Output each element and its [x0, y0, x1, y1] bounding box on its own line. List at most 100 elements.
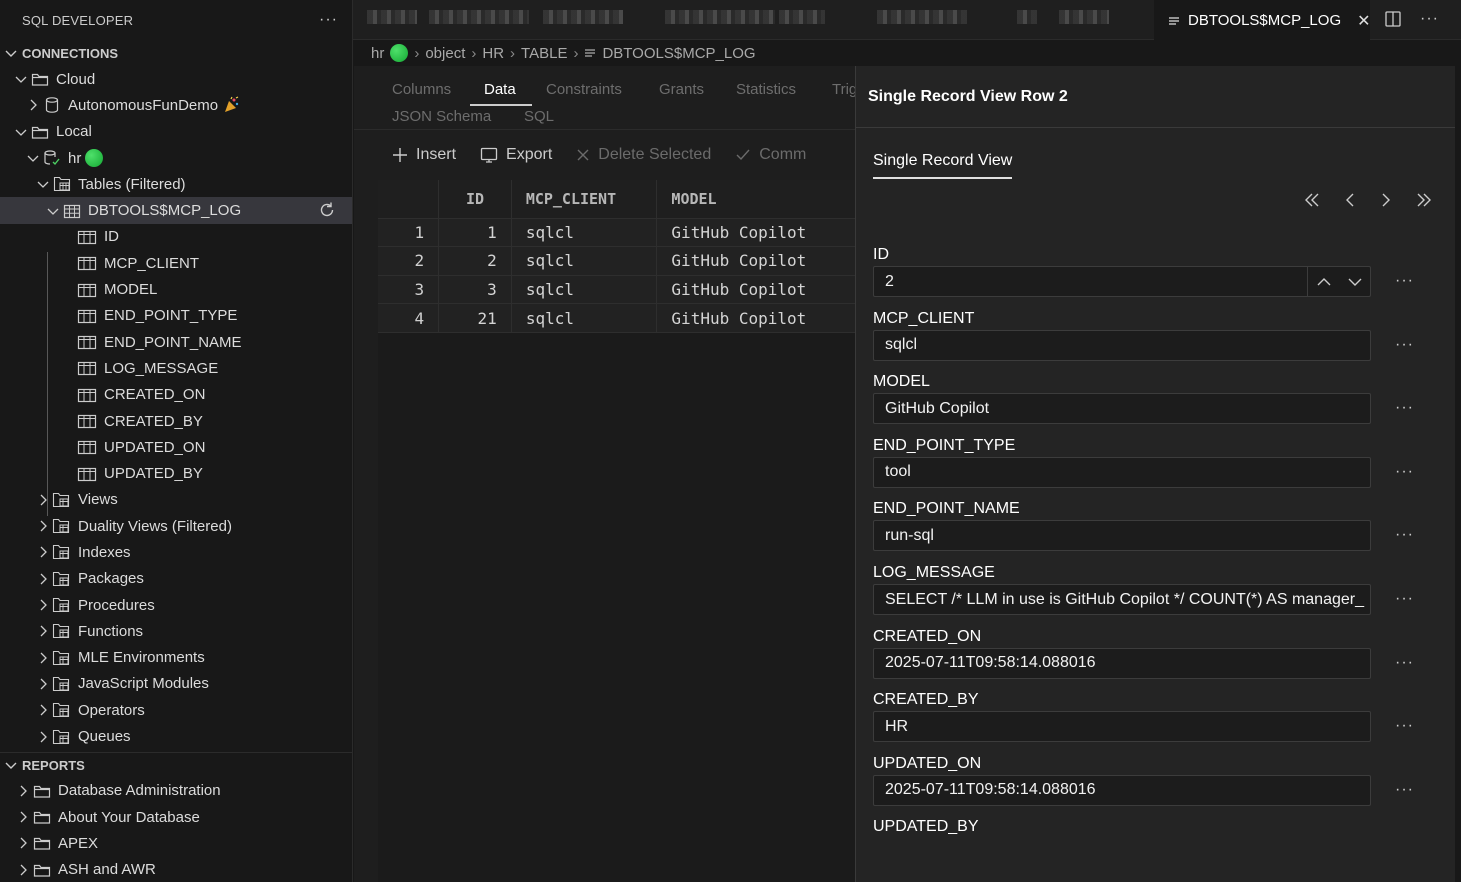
tab-statistics[interactable]: Statistics [736, 81, 796, 98]
field-more-icon[interactable]: ··· [1395, 336, 1414, 354]
tab-sql[interactable]: SQL [524, 108, 554, 125]
cell-model[interactable]: GitHub Copilot [656, 303, 856, 333]
field-more-icon[interactable]: ··· [1395, 272, 1414, 290]
active-editor-tab[interactable]: DBTOOLS$MCP_LOG ✕ [1154, 0, 1371, 40]
blurred-tab[interactable] [543, 10, 623, 24]
field-value-input[interactable]: 2025-07-11T09:58:14.088016 [873, 647, 1371, 679]
cell-model[interactable]: GitHub Copilot [656, 275, 856, 305]
commit-button[interactable]: Comm [735, 146, 806, 164]
tree-item-local[interactable]: Local [0, 119, 352, 145]
blurred-tab[interactable] [779, 10, 825, 24]
split-editor-icon[interactable] [1384, 10, 1402, 28]
tree-item-column[interactable]: LOG_MESSAGE [0, 355, 352, 381]
tab-data[interactable]: Data [484, 81, 516, 98]
close-icon[interactable]: ✕ [1357, 11, 1370, 31]
cell-id[interactable]: 1 [438, 218, 512, 248]
cell-mcp-client[interactable]: sqlcl [511, 303, 658, 333]
chevron-down-icon[interactable] [1348, 277, 1362, 287]
tree-item-packages[interactable]: Packages [0, 566, 352, 592]
tab-grants[interactable]: Grants [659, 81, 704, 98]
tree-item-column[interactable]: CREATED_BY [0, 408, 352, 434]
field-more-icon[interactable]: ··· [1395, 399, 1414, 417]
cell-model[interactable]: GitHub Copilot [656, 218, 856, 248]
field-value-input[interactable]: 2 [873, 266, 1371, 297]
first-record-icon[interactable] [1303, 192, 1321, 208]
report-item[interactable]: Database Administration [0, 778, 352, 804]
tree-item-column[interactable]: END_POINT_NAME [0, 329, 352, 355]
tree-item-column[interactable]: END_POINT_TYPE [0, 303, 352, 329]
blurred-tab[interactable] [1017, 10, 1037, 24]
cell-model[interactable]: GitHub Copilot [656, 246, 856, 276]
cell-mcp-client[interactable]: sqlcl [511, 275, 658, 305]
cell-mcp-client[interactable]: sqlcl [511, 218, 658, 248]
tree-item-duality-views[interactable]: Duality Views (Filtered) [0, 513, 352, 539]
field-more-icon[interactable]: ··· [1395, 526, 1414, 544]
blurred-tab[interactable] [1059, 10, 1109, 24]
tree-item-autonomousfundemo[interactable]: AutonomousFunDemo [0, 92, 352, 118]
tree-item-indexes[interactable]: Indexes [0, 539, 352, 565]
table-row[interactable]: 1 1 sqlcl GitHub Copilot [378, 218, 856, 248]
tree-item-dbtools-mcp-log[interactable]: DBTOOLS$MCP_LOG [0, 197, 352, 224]
field-value-input[interactable]: sqlcl [873, 329, 1371, 361]
tree-item-column[interactable]: CREATED_ON [0, 382, 352, 408]
column-header-model[interactable]: MODEL [656, 180, 856, 219]
field-more-icon[interactable]: ··· [1395, 654, 1414, 672]
report-item[interactable]: APEX [0, 830, 352, 856]
field-value-input[interactable]: HR [873, 711, 1371, 743]
tree-item-mle-environments[interactable]: MLE Environments [0, 645, 352, 671]
blurred-tab[interactable] [429, 10, 529, 24]
table-row[interactable]: 4 21 sqlcl GitHub Copilot [378, 303, 856, 333]
field-value-input[interactable]: GitHub Copilot [873, 393, 1371, 425]
refresh-icon[interactable] [318, 201, 336, 219]
breadcrumb-type[interactable]: TABLE [521, 45, 567, 62]
reports-section-header[interactable]: REPORTS [0, 751, 352, 778]
tab-single-record-view[interactable]: Single Record View [873, 152, 1013, 179]
breadcrumb-table[interactable]: DBTOOLS$MCP_LOG [602, 45, 755, 62]
field-more-icon[interactable]: ··· [1395, 781, 1414, 799]
field-value-input[interactable]: tool [873, 456, 1371, 488]
next-record-icon[interactable] [1379, 192, 1393, 208]
field-value-input[interactable]: run-sql [873, 520, 1371, 552]
blurred-tab[interactable] [877, 10, 967, 24]
previous-record-icon[interactable] [1343, 192, 1357, 208]
field-more-icon[interactable]: ··· [1395, 463, 1414, 481]
tree-item-tables[interactable]: Tables (Filtered) [0, 171, 352, 197]
tree-item-column[interactable]: MCP_CLIENT [0, 250, 352, 276]
connections-section-header[interactable]: CONNECTIONS [0, 40, 352, 66]
tree-item-cloud[interactable]: Cloud [0, 66, 352, 92]
export-button[interactable]: Export [480, 146, 552, 164]
breadcrumb-object[interactable]: object [425, 45, 465, 62]
tree-item-javascript-modules[interactable]: JavaScript Modules [0, 671, 352, 697]
blurred-tab[interactable] [367, 10, 417, 24]
last-record-icon[interactable] [1415, 192, 1433, 208]
tree-item-procedures[interactable]: Procedures [0, 592, 352, 618]
tree-item-column[interactable]: UPDATED_BY [0, 460, 352, 486]
table-row[interactable]: 3 3 sqlcl GitHub Copilot [378, 275, 856, 305]
table-row[interactable]: 2 2 sqlcl GitHub Copilot [378, 246, 856, 276]
delete-selected-button[interactable]: Delete Selected [576, 146, 711, 164]
cell-id[interactable]: 3 [438, 275, 512, 305]
breadcrumb-schema[interactable]: HR [482, 45, 504, 62]
breadcrumb-connection[interactable]: hr [371, 45, 384, 62]
tab-constraints[interactable]: Constraints [546, 81, 622, 98]
report-item[interactable]: About Your Database [0, 804, 352, 830]
tab-triggers[interactable]: Trig [832, 81, 856, 98]
tree-item-column[interactable]: UPDATED_ON [0, 434, 352, 460]
tree-item-hr-connection[interactable]: hr [0, 145, 352, 171]
more-actions-icon[interactable]: ··· [319, 11, 338, 29]
column-header-mcp-client[interactable]: MCP_CLIENT [511, 180, 658, 219]
column-header-id[interactable]: ID [438, 180, 512, 219]
insert-button[interactable]: Insert [392, 146, 456, 164]
cell-id[interactable]: 2 [438, 246, 512, 276]
cell-mcp-client[interactable]: sqlcl [511, 246, 658, 276]
blurred-tab[interactable] [665, 10, 775, 24]
chevron-up-icon[interactable] [1317, 277, 1331, 287]
report-item[interactable]: ASH and AWR [0, 857, 352, 882]
tree-item-column[interactable]: MODEL [0, 276, 352, 302]
cell-id[interactable]: 21 [438, 303, 512, 333]
field-more-icon[interactable]: ··· [1395, 717, 1414, 735]
more-actions-icon[interactable]: ··· [1420, 10, 1439, 28]
field-more-icon[interactable]: ··· [1395, 590, 1414, 608]
tree-item-operators[interactable]: Operators [0, 697, 352, 723]
tree-item-functions[interactable]: Functions [0, 618, 352, 644]
